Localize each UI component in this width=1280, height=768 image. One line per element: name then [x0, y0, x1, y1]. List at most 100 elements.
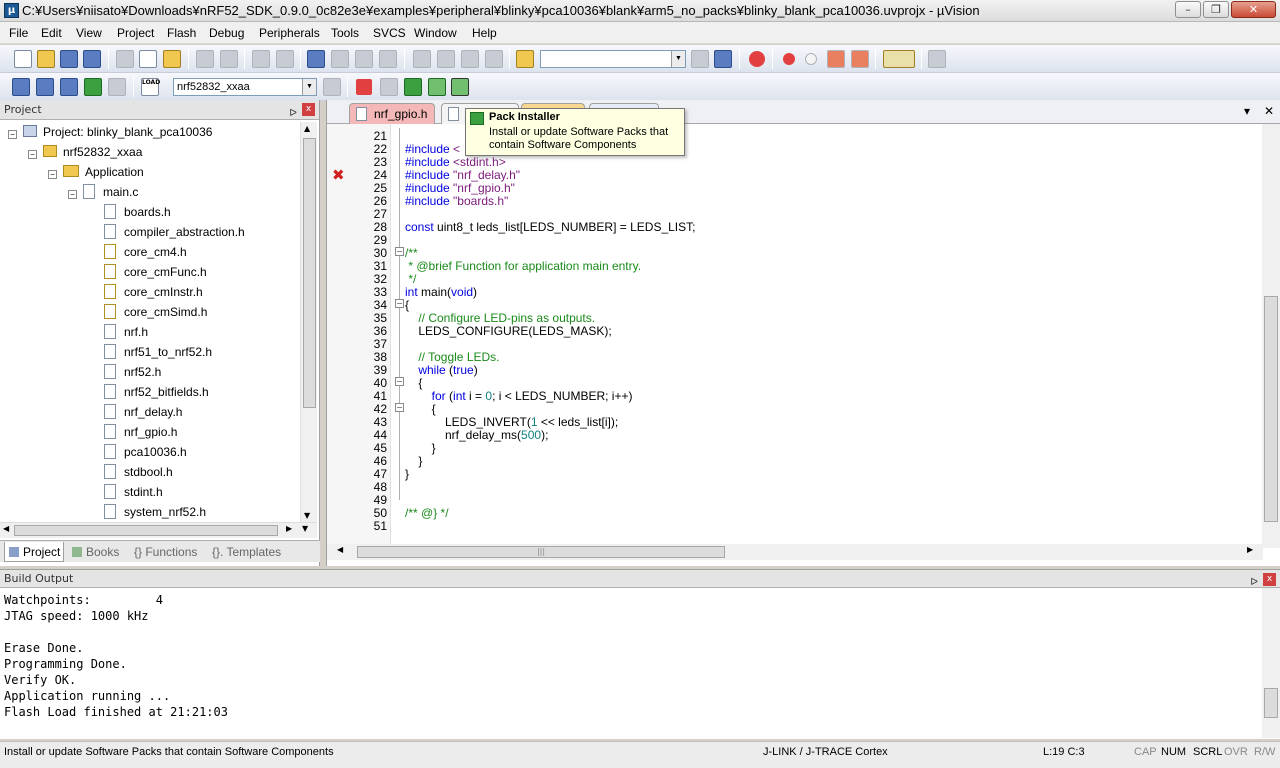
collapse-icon[interactable]: − — [48, 170, 57, 179]
menu-project[interactable]: Project — [117, 26, 154, 40]
kill-breakpoints-icon[interactable] — [851, 50, 869, 68]
manage-run-time-environment-icon[interactable] — [404, 78, 422, 96]
tree-file[interactable]: core_cmFunc.h — [104, 262, 207, 282]
pin-icon[interactable]: ᐅ — [289, 104, 297, 124]
tree-file[interactable]: core_cmSimd.h — [104, 302, 207, 322]
menu-file[interactable]: File — [9, 26, 28, 40]
tree-file[interactable]: nrf52_bitfields.h — [104, 382, 209, 402]
pin-icon[interactable]: ᐅ — [1250, 574, 1258, 592]
tab-menu-icon[interactable]: ▾ — [1244, 104, 1250, 118]
tree-file[interactable]: compiler_abstraction.h — [104, 222, 245, 242]
menu-peripherals[interactable]: Peripherals — [259, 26, 320, 40]
chevron-down-icon[interactable]: ▼ — [671, 51, 685, 67]
tree-target[interactable]: − nrf52832_xxaa — [28, 142, 142, 162]
scroll-thumb[interactable] — [303, 138, 316, 408]
clear-bookmarks-icon[interactable] — [379, 50, 397, 68]
pack-installer-icon[interactable] — [451, 78, 469, 96]
menu-tools[interactable]: Tools — [331, 26, 359, 40]
editor-vertical-scrollbar[interactable] — [1262, 124, 1280, 548]
close-icon[interactable]: x — [302, 103, 315, 116]
prev-bookmark-icon[interactable] — [331, 50, 349, 68]
tree-group-application[interactable]: − Application — [48, 162, 144, 182]
tree-file-main-c[interactable]: − main.c — [68, 182, 138, 202]
save-all-icon[interactable] — [83, 50, 101, 68]
find-in-files-icon[interactable] — [516, 50, 534, 68]
tab-project[interactable]: Project — [4, 542, 64, 562]
target-options-icon[interactable] — [323, 78, 341, 96]
menu-svcs[interactable]: SVCS — [373, 26, 406, 40]
collapse-icon[interactable]: − — [68, 190, 77, 199]
build-output-scrollbar[interactable] — [1262, 588, 1280, 738]
fold-marker-icon[interactable]: − — [395, 299, 404, 308]
manage-project-items-icon[interactable] — [356, 79, 372, 95]
tree-file[interactable]: stdint.h — [104, 482, 163, 502]
nav-forward-icon[interactable] — [276, 50, 294, 68]
load-icon[interactable]: LOAD — [141, 78, 160, 96]
scroll-left-icon[interactable]: ◀ — [337, 545, 343, 554]
tree-file[interactable]: pca10036.h — [104, 442, 187, 462]
fold-marker-icon[interactable]: − — [395, 247, 404, 256]
paste-icon[interactable] — [163, 50, 181, 68]
tab-templates[interactable]: {}. Templates — [208, 542, 288, 562]
menu-flash[interactable]: Flash — [167, 26, 196, 40]
undo-icon[interactable] — [196, 50, 214, 68]
select-software-packs-icon[interactable] — [428, 78, 446, 96]
menu-window[interactable]: Window — [414, 26, 457, 40]
tree-project-root[interactable]: − Project: blinky_blank_pca10036 — [8, 122, 212, 142]
rebuild-icon[interactable] — [60, 78, 78, 96]
start-debug-icon[interactable] — [749, 51, 765, 67]
nav-back-icon[interactable] — [252, 50, 270, 68]
tab-books[interactable]: Books — [68, 542, 126, 562]
insert-breakpoint-icon[interactable] — [783, 53, 795, 65]
batch-build-icon[interactable] — [84, 78, 102, 96]
scroll-down-icon[interactable]: ▼ — [304, 511, 310, 520]
tree-file[interactable]: nrf51_to_nrf52.h — [104, 342, 212, 362]
next-bookmark-icon[interactable] — [355, 50, 373, 68]
code-line[interactable]: const uint8_t leds_list[LEDS_NUMBER] = L… — [405, 221, 695, 234]
tree-file[interactable]: core_cm4.h — [104, 242, 187, 262]
editor-horizontal-scrollbar[interactable]: ◀ ||| ▶ — [327, 544, 1263, 560]
tree-file[interactable]: nrf.h — [104, 322, 148, 342]
open-file-icon[interactable] — [37, 50, 55, 68]
fold-marker-icon[interactable]: − — [395, 377, 404, 386]
project-horizontal-scrollbar[interactable]: ◀ ▶ ▼ — [0, 522, 317, 538]
enable-breakpoint-icon[interactable] — [805, 53, 817, 65]
copy-icon[interactable] — [139, 50, 157, 68]
comment-icon[interactable] — [461, 50, 479, 68]
minimize-button[interactable]: – — [1175, 1, 1201, 18]
tab-nrf-gpio-h[interactable]: nrf_gpio.h — [349, 103, 435, 124]
menu-edit[interactable]: Edit — [41, 26, 62, 40]
menu-help[interactable]: Help — [472, 26, 497, 40]
scroll-thumb[interactable] — [14, 525, 278, 536]
menu-view[interactable]: View — [76, 26, 102, 40]
code-line[interactable]: for (int i = 0; i < LEDS_NUMBER; i++) — [405, 390, 633, 403]
scroll-down-icon[interactable]: ▼ — [302, 524, 308, 533]
build-output-text[interactable]: Watchpoints: 4 JTAG speed: 1000 kHz Eras… — [4, 592, 228, 720]
scroll-thumb[interactable]: ||| — [357, 546, 725, 558]
new-file-icon[interactable] — [14, 50, 32, 68]
scroll-thumb[interactable] — [1264, 688, 1278, 718]
indent-icon[interactable] — [413, 50, 431, 68]
tree-file[interactable]: nrf52.h — [104, 362, 161, 382]
incremental-find-icon[interactable] — [714, 50, 732, 68]
tree-file[interactable]: system_nrf52.h — [104, 502, 206, 522]
configure-icon[interactable] — [928, 50, 946, 68]
collapse-icon[interactable]: − — [28, 150, 37, 159]
search-combo[interactable]: ▼ — [540, 50, 686, 68]
stop-build-icon[interactable] — [108, 78, 126, 96]
fold-marker-icon[interactable]: − — [395, 403, 404, 412]
uncomment-icon[interactable] — [485, 50, 503, 68]
tab-functions[interactable]: {} Functions — [130, 542, 206, 562]
menu-debug[interactable]: Debug — [209, 26, 244, 40]
build-icon[interactable] — [36, 78, 54, 96]
project-vertical-scrollbar[interactable]: ▲ ▼ — [300, 122, 317, 522]
scroll-left-icon[interactable]: ◀ — [3, 524, 9, 533]
code-line[interactable]: * @brief Function for application main e… — [405, 260, 641, 273]
window-layout-icon[interactable] — [883, 50, 915, 68]
manage-multi-project-icon[interactable] — [380, 78, 398, 96]
translate-icon[interactable] — [12, 78, 30, 96]
code-line[interactable]: LEDS_CONFIGURE(LEDS_MASK); — [405, 325, 611, 338]
code-line[interactable]: #include "boards.h" — [405, 195, 508, 208]
scroll-thumb[interactable] — [1264, 296, 1278, 522]
target-select[interactable]: nrf52832_xxaa ▼ — [173, 78, 317, 96]
